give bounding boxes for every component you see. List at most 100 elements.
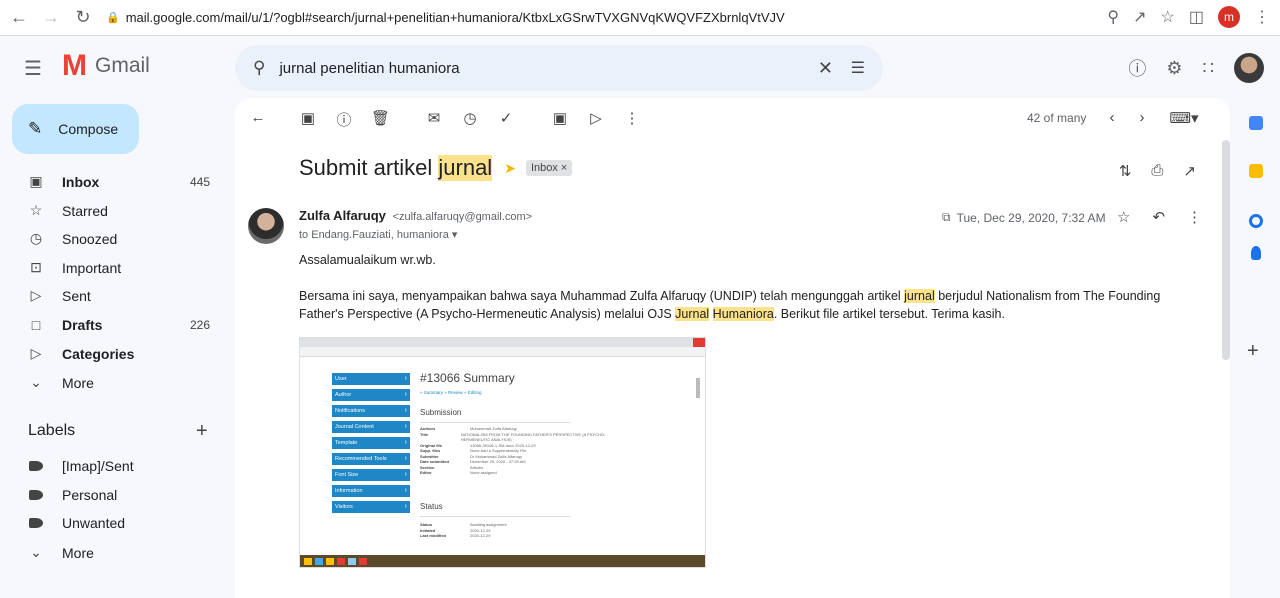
body-text: Bersama ini saya, menyampaikan bahwa say… (299, 289, 905, 303)
sender-avatar[interactable] (248, 208, 284, 244)
inbox-icon: ▣ (29, 173, 43, 189)
sidebar-item-drafts[interactable]: □ Drafts 226 (0, 310, 224, 339)
reply-icon[interactable]: ↶ (1152, 208, 1165, 226)
compose-label: Compose (58, 121, 119, 137)
label-icon: ▷ (30, 345, 42, 361)
shot-menu-item: Font Size (332, 469, 410, 481)
browser-profile-avatar[interactable]: m (1218, 6, 1240, 28)
label-item-unwanted[interactable]: Unwanted (0, 508, 224, 537)
search-input[interactable]: jurnal penelitian humaniora (279, 60, 459, 77)
shot-status-rows: Status Awaiting assignment Initiated 2020-… (420, 522, 507, 538)
bookmark-star-icon[interactable]: ☆ (1161, 7, 1175, 27)
back-to-results-icon[interactable]: ← (249, 109, 267, 126)
search-options-icon[interactable]: ☰ (851, 58, 865, 78)
shot-menu-item: Journal Content (332, 421, 410, 433)
label-tag-icon (28, 458, 44, 474)
move-to-icon[interactable]: ▣ (551, 109, 569, 127)
sidebar-item-important[interactable]: ⊡ Important (0, 253, 224, 282)
tasks-icon[interactable] (1249, 214, 1263, 228)
account-avatar[interactable] (1234, 53, 1264, 83)
sender-email: <zulfa.alfaruqy@gmail.com> (392, 211, 533, 223)
star-icon[interactable]: ☆ (1117, 208, 1130, 226)
message-toolbar: ← ▣ ⓘ 🗑 ✉ ◷ ✓ ▣ ▷ ⋮ 42 of many ‹ › ⌨▾ (235, 98, 1230, 138)
browser-toolbar: ← → ↻ 🔒 mail.google.com/mail/u/1/?ogbl#s… (0, 0, 1280, 36)
shot-divider (420, 422, 570, 423)
main-menu-icon[interactable]: ☰ (24, 56, 42, 81)
sidebar-item-inbox[interactable]: ▣ Inbox 445 (0, 167, 224, 196)
sender-name[interactable]: Zulfa Alfaruqy (299, 208, 386, 223)
sidebar-item-label: Snoozed (62, 230, 118, 247)
shot-address-bar (300, 347, 705, 357)
settings-gear-icon[interactable]: ⚙ (1166, 58, 1182, 79)
gmail-logo[interactable]: M Gmail (62, 51, 150, 81)
search-icon[interactable]: ⚲ (253, 58, 265, 78)
inline-image-attachment[interactable]: User Author Notifications Journal Conten… (299, 337, 706, 568)
clock-icon: ◷ (29, 230, 43, 246)
delete-icon[interactable]: 🗑 (371, 109, 390, 127)
important-marker-icon[interactable]: ➤ (504, 160, 516, 177)
archive-icon[interactable]: ▣ (299, 109, 317, 127)
forward-arrow-icon[interactable]: → (38, 5, 64, 31)
snooze-icon[interactable]: ◷ (461, 109, 479, 127)
label-item-personal[interactable]: Personal (0, 480, 224, 509)
sidebar-item-categories[interactable]: ▷ Categories (0, 339, 224, 368)
url-text[interactable]: mail.google.com/mail/u/1/?ogbl#search/ju… (126, 10, 785, 25)
message-more-icon[interactable]: ⋮ (1187, 208, 1202, 226)
inbox-label-chip[interactable]: Inbox × (525, 160, 573, 176)
contacts-icon[interactable] (1251, 246, 1261, 260)
more-actions-icon[interactable]: ⋮ (623, 109, 641, 127)
keep-icon[interactable] (1249, 164, 1263, 178)
gmail-m-icon: M (62, 49, 87, 82)
search-bar[interactable]: ⚲ jurnal penelitian humaniora ✕ ☰ (235, 45, 883, 91)
sidebar-item-snoozed[interactable]: ◷ Snoozed (0, 224, 224, 253)
body-highlight: jurnal (904, 289, 935, 303)
labels-icon[interactable]: ▷ (587, 109, 605, 127)
mark-unread-icon[interactable]: ✉ (425, 109, 443, 127)
reload-icon[interactable]: ↻ (70, 5, 96, 31)
message-scrollbar[interactable] (1222, 140, 1230, 360)
older-chevron-icon[interactable]: › (1133, 109, 1151, 126)
compose-button[interactable]: ✎ Compose (12, 104, 139, 154)
label-tag-icon (28, 487, 44, 503)
shot-browser-tabs (300, 338, 705, 347)
chip-label: Inbox (530, 162, 558, 174)
address-bar[interactable]: 🔒 mail.google.com/mail/u/1/?ogbl#search/… (106, 10, 785, 25)
newer-chevron-icon[interactable]: ‹ (1103, 109, 1121, 126)
print-icon[interactable]: ⎙ (1151, 162, 1163, 180)
email-date: Tue, Dec 29, 2020, 7:32 AM (956, 210, 1106, 225)
open-new-window-icon[interactable]: ↗ (1183, 162, 1196, 180)
subject-highlight: jurnal (438, 155, 493, 181)
shot-scrollbar (696, 378, 700, 398)
add-label-icon[interactable]: + (196, 420, 208, 443)
input-tools-icon[interactable]: ⌨▾ (1169, 109, 1199, 127)
back-arrow-icon[interactable]: ← (6, 5, 32, 31)
shot-links: » Summary » Review » Editing (420, 390, 482, 395)
get-addons-plus-icon[interactable]: + (1247, 340, 1259, 363)
sidebar-item-starred[interactable]: ☆ Starred (0, 196, 224, 225)
sidepanel-icon[interactable]: ◫ (1189, 7, 1204, 27)
recipients-line[interactable]: to Endang.Fauziati, humaniora ▾ (299, 228, 457, 241)
clear-search-icon[interactable]: ✕ (818, 58, 833, 79)
add-task-icon[interactable]: ✓ (497, 109, 515, 127)
report-spam-icon[interactable]: ⓘ (335, 109, 353, 130)
shot-menu-item: Information (332, 485, 410, 497)
labels-more[interactable]: ⌄ More (0, 538, 224, 567)
browser-menu-icon[interactable]: ⋮ (1254, 7, 1270, 27)
label-name: Unwanted (62, 514, 126, 531)
zoom-icon[interactable]: ⚲ (1107, 7, 1119, 27)
attachment-clip-icon: ⧉ (942, 210, 951, 224)
label-item-imap-sent[interactable]: [Imap]/Sent (0, 451, 224, 480)
shot-sidebar-menu: User Author Notifications Journal Conten… (332, 373, 410, 517)
help-icon[interactable]: ⓘ (1128, 55, 1146, 81)
calendar-icon[interactable] (1249, 116, 1263, 130)
sidebar-item-label: Starred (62, 202, 108, 219)
share-icon[interactable]: ↗ (1133, 7, 1146, 27)
shot-menu-item: Recommended Tools (332, 453, 410, 465)
apps-grid-icon[interactable]: ∷ (1203, 58, 1214, 79)
message-position: 42 of many (1027, 111, 1087, 125)
sidebar-item-sent[interactable]: ▷ Sent (0, 281, 224, 310)
body-text: . Berikut file artikel tersebut. Terima … (773, 307, 1005, 321)
shot-menu-item: User (332, 373, 410, 385)
expand-all-icon[interactable]: ⇅ (1119, 162, 1132, 180)
sidebar-item-more[interactable]: ⌄ More (0, 368, 224, 397)
